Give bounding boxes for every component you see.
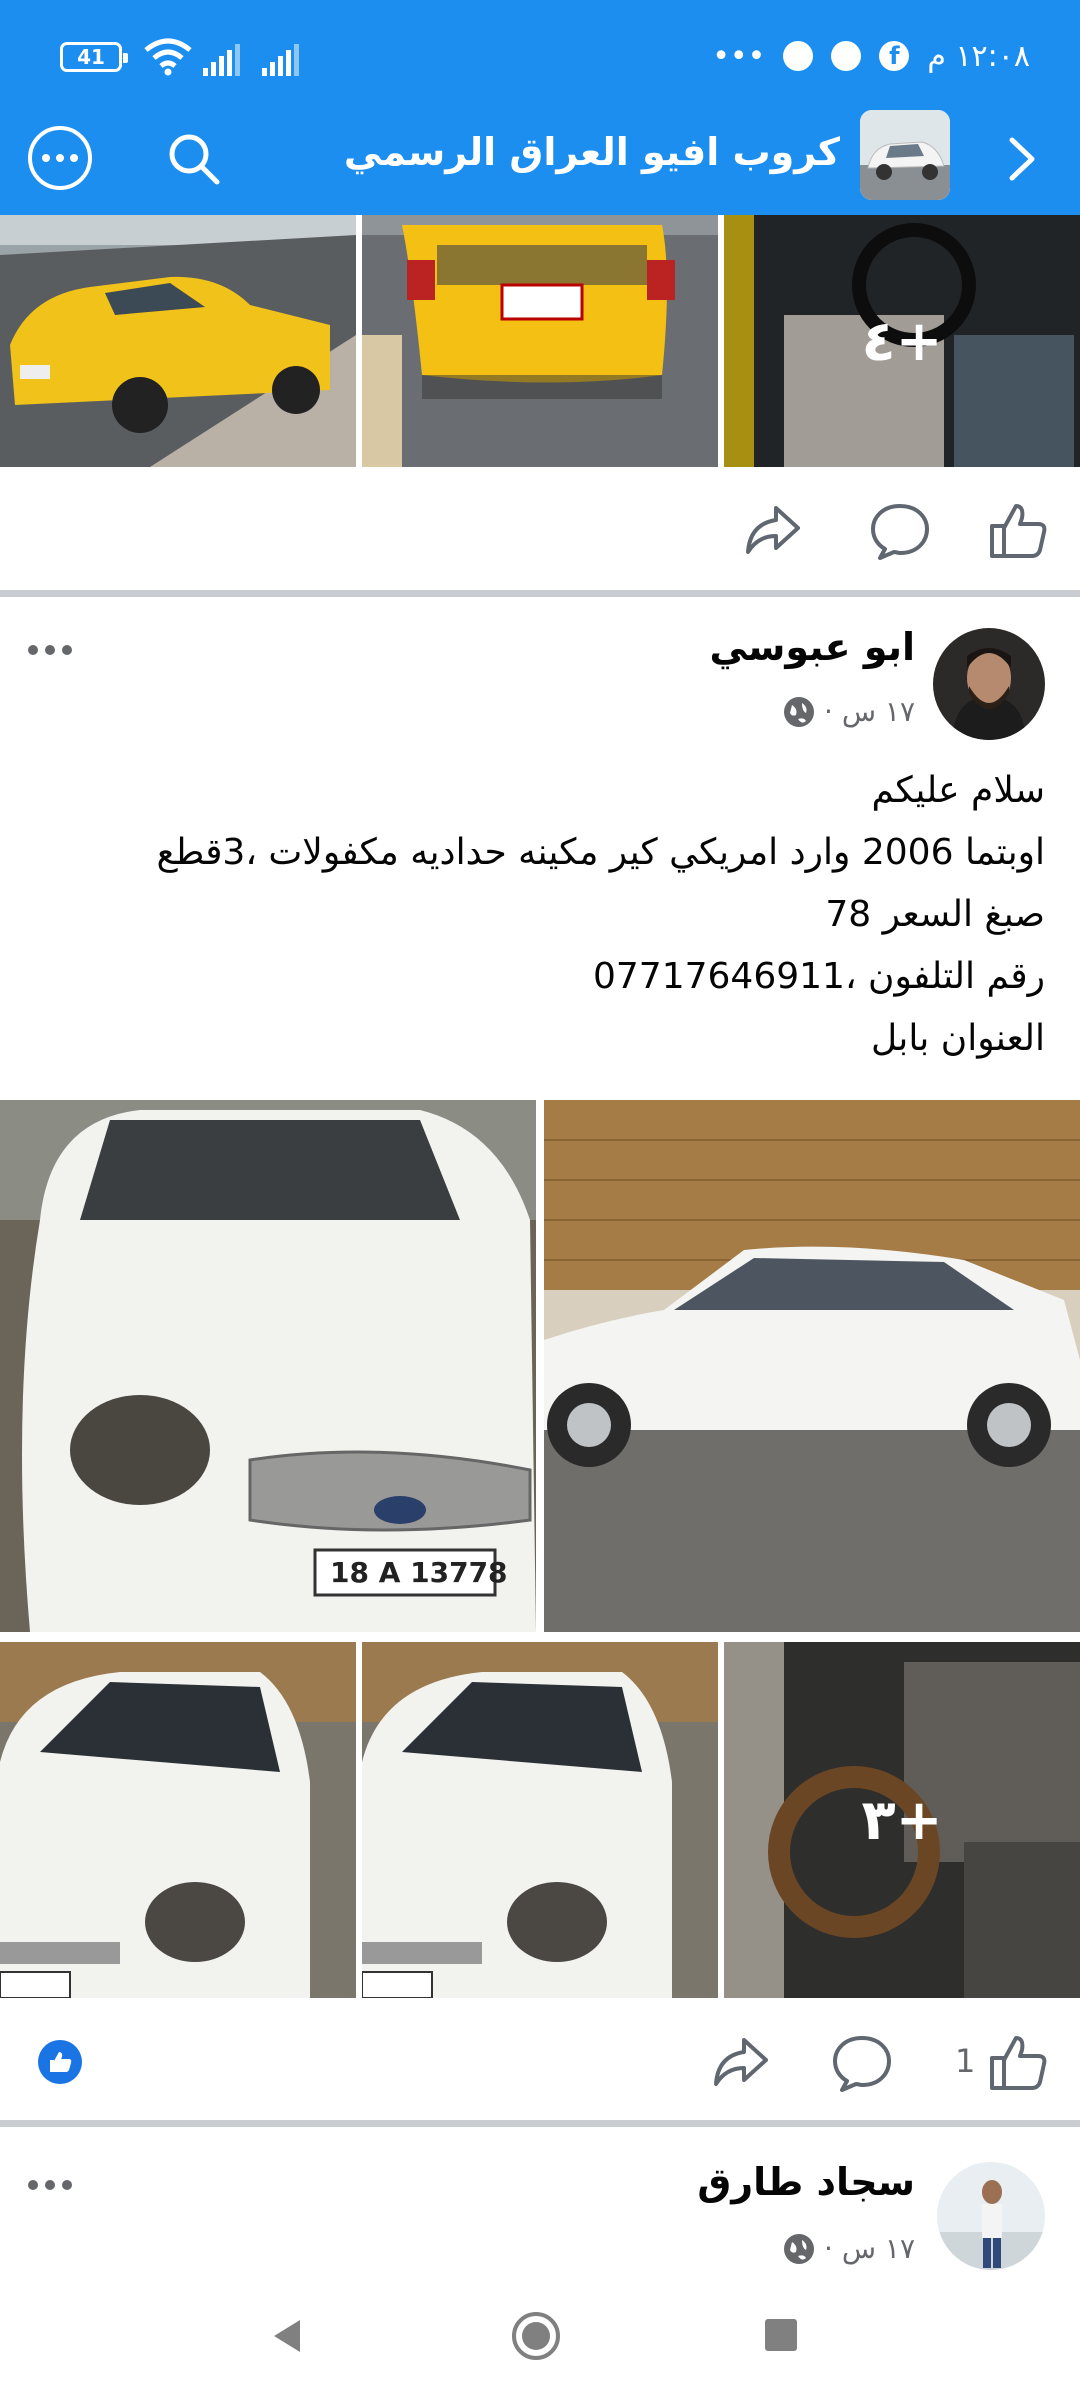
svg-text:18 A 13778: 18 A 13778 [330,1556,508,1589]
share-icon[interactable] [708,2030,772,2094]
group-title[interactable]: كروب افيو العراق الرسمي [344,130,840,174]
back-chevron-icon[interactable] [1002,134,1042,184]
nav-back-icon[interactable] [268,2316,308,2356]
post2-like-count: 1 [955,2042,976,2080]
post-divider [0,2120,1080,2127]
like-icon[interactable] [986,498,1050,562]
battery-indicator: 41 [60,42,128,72]
clock: ١٢:٠٨ م [927,38,1030,74]
post2-photo-2[interactable] [544,1100,1080,1632]
status-right: ••• f ١٢:٠٨ م [712,34,1030,78]
top-bar: 41 ••• f ١٢:٠٨ م كروب افيو العراق الرسمي [0,0,1080,215]
status-bar: 41 ••• f ١٢:٠٨ م [0,0,1080,110]
signal-icon-1 [203,36,243,76]
post2-more-menu-icon[interactable] [28,645,72,655]
post1-more-photos-count[interactable]: +٤ [724,215,1080,467]
post2-body: سلام عليكم اوبتما 2006 وارد امريكي كير م… [35,760,1045,1070]
snapchat-icon [783,41,814,71]
share-icon[interactable] [740,498,804,562]
more-options-icon[interactable] [28,126,92,190]
signal-icon-2 [262,36,302,76]
globe-icon [784,696,815,727]
post1-photo-1[interactable] [0,215,356,467]
battery-level: 41 [77,45,105,69]
post1-photo-2[interactable] [362,215,718,467]
post1-action-bar [0,470,1080,590]
comment-icon[interactable] [868,498,932,562]
message-icon [831,41,862,71]
system-navigation-bar [0,2270,1080,2400]
wifi-icon [144,38,192,76]
post3-author-name[interactable]: سجاد طارق [697,2160,915,2204]
post3-author-avatar[interactable] [937,2162,1045,2270]
post2-photo-5[interactable]: +٣ [724,1642,1080,1998]
post2-meta: ١٧ س · [784,695,915,728]
post3-meta: ١٧ س · [784,2232,915,2265]
post2-photo-1[interactable]: 18 A 13778 [0,1100,536,1632]
post2-line: سلام عليكم [871,770,1045,811]
comment-icon[interactable] [830,2030,894,2094]
post2-author-avatar[interactable] [933,628,1045,740]
post2-action-bar: 1 [0,2002,1080,2122]
like-icon[interactable] [986,2030,1050,2094]
like-reaction-icon[interactable] [38,2040,82,2084]
post2-line: العنوان بابل [871,1018,1045,1059]
group-header: كروب افيو العراق الرسمي [0,110,1080,210]
search-icon[interactable] [165,130,223,188]
post3-more-menu-icon[interactable] [28,2180,72,2190]
post3-timestamp[interactable]: ١٧ س · [824,2232,915,2265]
post2-timestamp[interactable]: ١٧ س · [824,695,915,728]
globe-icon [784,2233,815,2264]
nav-recents-icon[interactable] [762,2316,800,2354]
post2-author-name[interactable]: ابو عبوسي [710,625,915,669]
nav-home-icon[interactable] [510,2310,562,2362]
post1-photo-3[interactable]: +٤ [724,215,1080,467]
post2-photo-3[interactable] [0,1642,356,1998]
facebook-icon: f [879,41,910,71]
post-divider [0,590,1080,597]
post2-line: اوبتما 2006 وارد امريكي كير مكينه حداديه… [156,832,1045,873]
group-thumbnail[interactable] [860,110,950,200]
post2-line: صبغ السعر 78 [825,894,1045,935]
post2-line: رقم التلفون ،07717646911 [592,956,1045,997]
more-notifications: ••• [712,38,766,74]
post2-photo-4[interactable] [362,1642,718,1998]
post2-more-photos-count[interactable]: +٣ [724,1642,1080,1998]
